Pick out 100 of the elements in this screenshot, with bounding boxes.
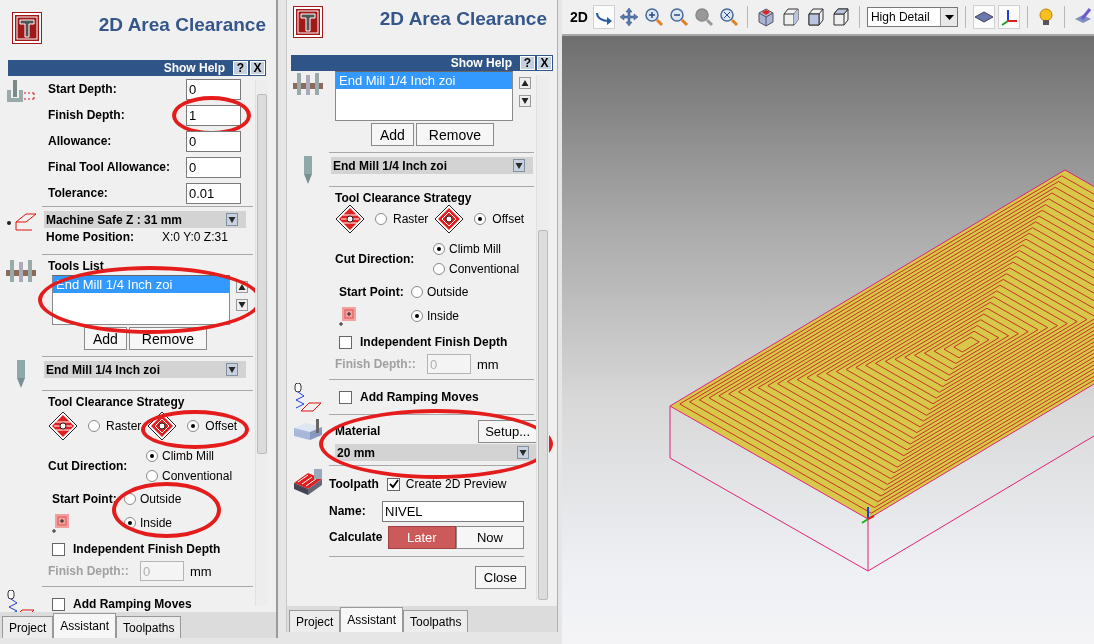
axes-icon	[999, 7, 1019, 27]
tab[interactable]: Project	[289, 610, 341, 632]
move-up-button[interactable]	[519, 77, 531, 89]
checkbox[interactable]	[339, 390, 352, 404]
option-label: Outside	[140, 492, 182, 506]
remove-button[interactable]: Remove	[415, 123, 494, 146]
text-field[interactable]: 0	[186, 156, 241, 178]
raster-pattern-icon	[335, 204, 365, 234]
help-bar-button[interactable]: ?	[520, 56, 535, 70]
start-point-icon	[339, 307, 357, 327]
toolbar-button[interactable]	[642, 5, 665, 29]
option-label: Conventional	[449, 262, 520, 276]
tab[interactable]: Assistant	[53, 613, 117, 638]
field-label: Calculate	[329, 530, 384, 544]
move-down-button[interactable]	[519, 95, 531, 107]
radio-button[interactable]	[411, 310, 423, 322]
text-field[interactable]: 0.01	[186, 182, 241, 204]
dropdown[interactable]: End Mill 1/4 Inch zoi	[331, 157, 533, 174]
tools-icon	[4, 258, 38, 284]
zoom-icon	[693, 7, 714, 27]
logo-icon	[12, 12, 42, 44]
checkbox[interactable]	[52, 597, 65, 611]
now-button[interactable]: Now	[455, 525, 524, 549]
field-label: Tolerance:	[48, 186, 109, 200]
close-button[interactable]: Close	[474, 566, 526, 589]
text-field[interactable]: NIVEL	[382, 500, 524, 522]
text-field[interactable]: 1	[186, 104, 241, 126]
help-bar-button[interactable]: X	[537, 56, 552, 70]
show-help-link[interactable]: Show Help	[450, 56, 512, 70]
section-heading: Tool Clearance Strategy	[48, 394, 186, 409]
tools-icon	[291, 71, 325, 97]
start-point-icon	[52, 514, 70, 534]
offset-pattern-icon	[434, 204, 465, 234]
checkbox[interactable]	[386, 477, 400, 491]
wireframe-cube-icon	[780, 7, 801, 27]
checkbox-label: Add Ramping Moves	[360, 390, 479, 404]
option-label: Inside	[140, 516, 173, 530]
toolbar-button[interactable]	[667, 5, 690, 29]
zoom-fit-icon	[718, 7, 739, 27]
tab[interactable]: Assistant	[340, 607, 404, 632]
radio-button[interactable]	[146, 450, 158, 462]
radio-button[interactable]	[474, 213, 487, 225]
text-field[interactable]: 0	[186, 130, 241, 152]
radio-button[interactable]	[375, 213, 387, 225]
tab[interactable]: Toolpaths	[116, 616, 182, 638]
field-value: X:0 Y:0 Z:31	[162, 230, 228, 244]
radio-button[interactable]	[124, 493, 136, 505]
option-label: Climb Mill	[162, 449, 214, 463]
plane-icon	[4, 210, 38, 232]
field-label: Allowance:	[48, 134, 113, 148]
option-label: Raster	[106, 419, 142, 433]
help-bar-button[interactable]: ?	[233, 61, 248, 75]
field-label: Toolpath	[329, 477, 379, 491]
dropdown[interactable]: End Mill 1/4 Inch zoi	[44, 361, 246, 378]
section-heading: Tool Clearance Strategy	[335, 190, 473, 205]
checkbox[interactable]	[339, 335, 352, 349]
unit-label: mm	[190, 563, 212, 579]
option-label: Conventional	[162, 469, 233, 483]
dropdown[interactable]: 20 mm	[335, 444, 537, 461]
move-up-button[interactable]	[236, 281, 248, 293]
caret-icon	[226, 363, 238, 376]
toolpath-icon	[292, 469, 324, 497]
toolbar-button[interactable]	[973, 5, 995, 29]
later-button[interactable]: Later	[387, 525, 456, 549]
dropdown[interactable]: Machine Safe Z : 31 mm	[44, 211, 246, 228]
detail-dropdown[interactable]: High Detail	[866, 7, 958, 27]
offset-pattern-icon	[147, 411, 178, 441]
help-bar-button[interactable]: X	[250, 61, 265, 75]
up-arrow-icon	[236, 281, 248, 293]
checkbox[interactable]	[52, 542, 65, 556]
show-help-link[interactable]: Show Help	[163, 61, 225, 75]
option-label: Climb Mill	[449, 242, 501, 256]
logo-icon	[293, 6, 323, 38]
move-down-button[interactable]	[236, 299, 248, 311]
radio-button[interactable]	[146, 470, 158, 482]
toolbar-button[interactable]	[717, 5, 740, 29]
zoom-out-icon	[668, 7, 689, 27]
radio-button[interactable]	[187, 420, 200, 432]
radio-button[interactable]	[433, 263, 445, 275]
radio-button[interactable]	[433, 243, 445, 255]
radio-button[interactable]	[411, 286, 423, 298]
radio-button[interactable]	[88, 420, 100, 432]
tab[interactable]: Project	[2, 616, 54, 638]
field-label: Home Position:	[46, 230, 135, 244]
wireframe-cube-icon	[805, 7, 826, 27]
option-label: Inside	[427, 309, 460, 323]
toolbar-button[interactable]	[617, 5, 640, 29]
toolbar-button[interactable]	[998, 5, 1020, 29]
add-button[interactable]: Add	[371, 123, 414, 146]
unit-label: mm	[477, 356, 499, 372]
lightbulb-icon	[1036, 7, 1056, 27]
panel-title: 2D Area Clearance	[379, 8, 547, 30]
setup-button[interactable]: Setup...	[478, 419, 537, 443]
text-field[interactable]: 0	[186, 78, 241, 100]
scrollbar[interactable]	[536, 75, 549, 600]
raster-pattern-icon	[48, 411, 78, 441]
option-label: Offset	[492, 212, 525, 226]
panel-title: 2D Area Clearance	[98, 14, 266, 36]
toolbar-button[interactable]	[592, 5, 615, 29]
tab[interactable]: Toolpaths	[403, 610, 469, 632]
